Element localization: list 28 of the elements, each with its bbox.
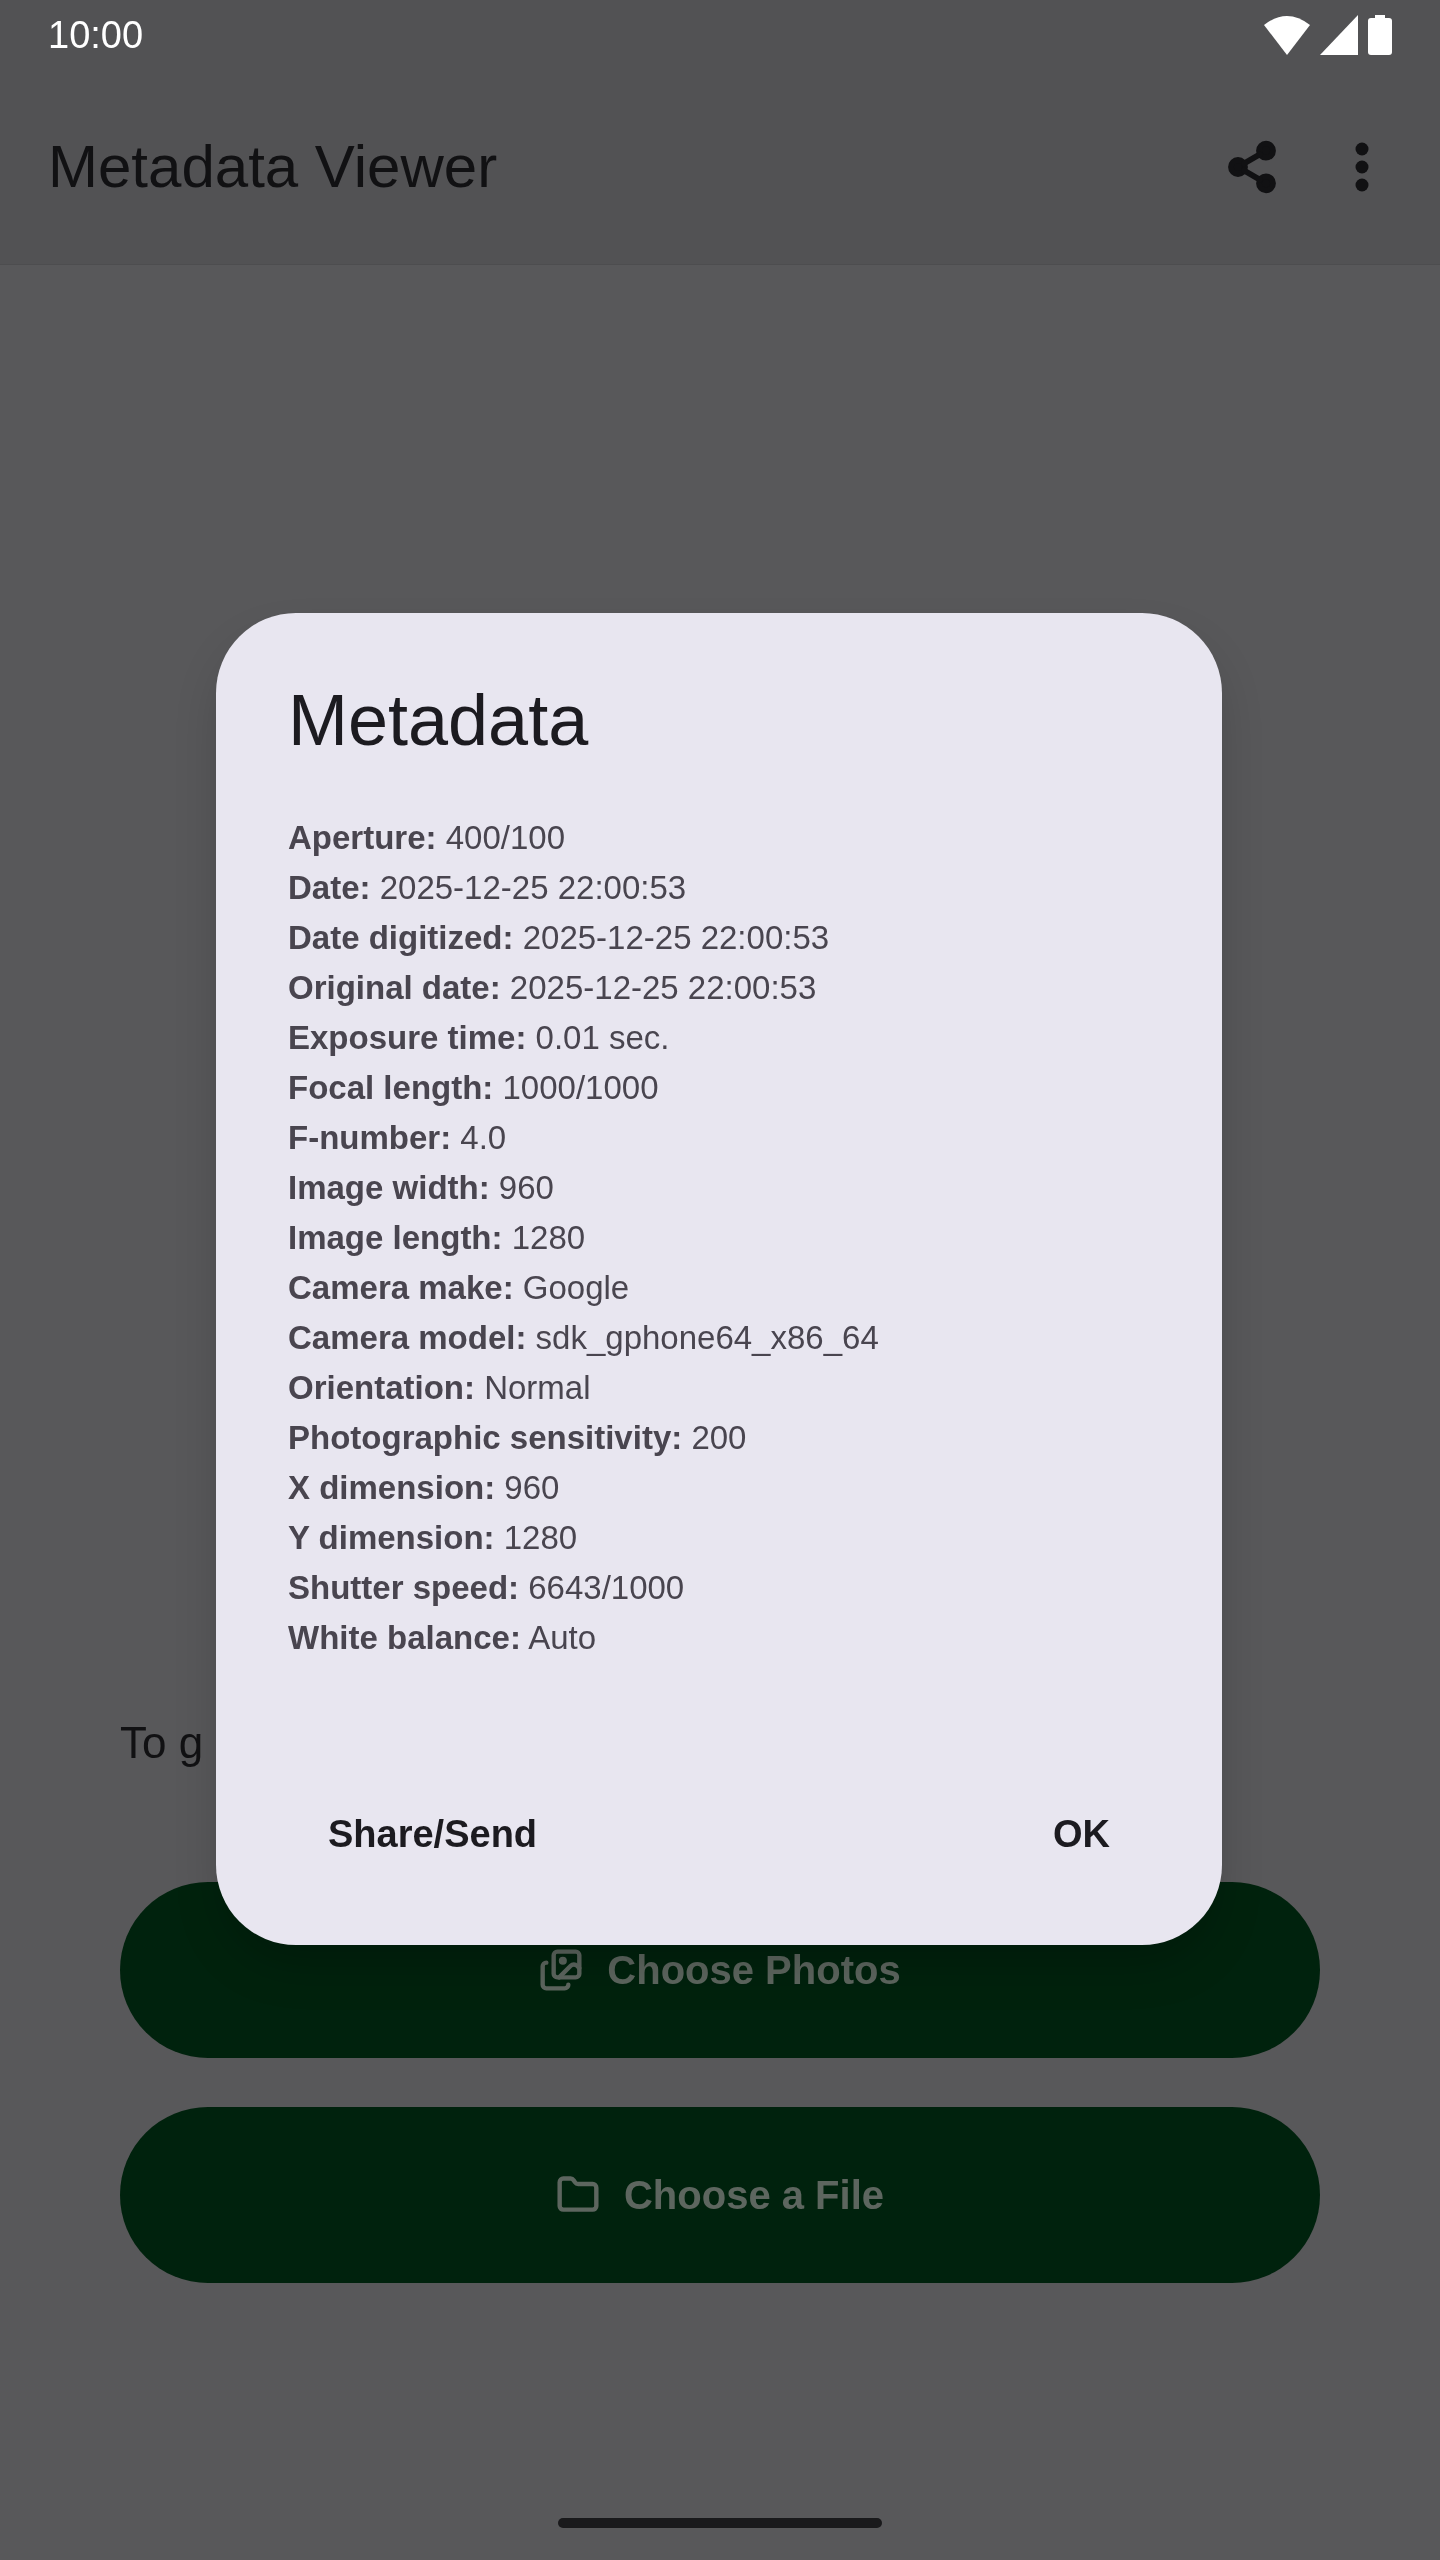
metadata-line: Shutter speed: 6643/1000	[288, 1568, 686, 1608]
metadata-line: Original date: 2025-12-25 22:00:53	[288, 968, 818, 1008]
battery-icon	[1368, 15, 1392, 55]
wifi-icon	[1264, 15, 1310, 55]
metadata-line: White balance: Auto	[288, 1618, 598, 1658]
signal-icon	[1320, 15, 1358, 55]
metadata-line: Orientation: Normal	[288, 1368, 592, 1408]
dialog-action-button[interactable]: OK	[1033, 1786, 1130, 1883]
metadata-line: Camera make: Google	[288, 1268, 631, 1308]
metadata-line: Photographic sensitivity: 200	[288, 1418, 748, 1458]
more-icon	[1355, 142, 1369, 192]
status-time: 10:00	[48, 12, 144, 58]
metadata-line: Image length: 1280	[288, 1218, 587, 1258]
metadata-line: X dimension: 960	[288, 1468, 561, 1508]
app-title: Metadata Viewer	[48, 132, 499, 202]
metadata-line: Camera model: sdk_gphone64_x86_64	[288, 1318, 880, 1358]
intro-text: To g	[120, 1717, 205, 1769]
metadata-line: Focal length: 1000/1000	[288, 1068, 660, 1108]
metadata-line: Date digitized: 2025-12-25 22:00:53	[288, 918, 831, 958]
metadata-line: Exposure time: 0.01 sec.	[288, 1018, 671, 1058]
metadata-line: F-number: 4.0	[288, 1118, 508, 1158]
metadata-line: Y dimension: 1280	[288, 1518, 579, 1558]
metadata-line: Aperture: 400/100	[288, 818, 566, 858]
metadata-line: Image width: 960	[288, 1168, 555, 1208]
dialog-action-button[interactable]: Share/Send	[308, 1786, 558, 1883]
dialog-title: Metadata	[288, 679, 590, 762]
metadata-line: Date: 2025-12-25 22:00:53	[288, 868, 688, 908]
photos-icon	[539, 1948, 584, 1992]
